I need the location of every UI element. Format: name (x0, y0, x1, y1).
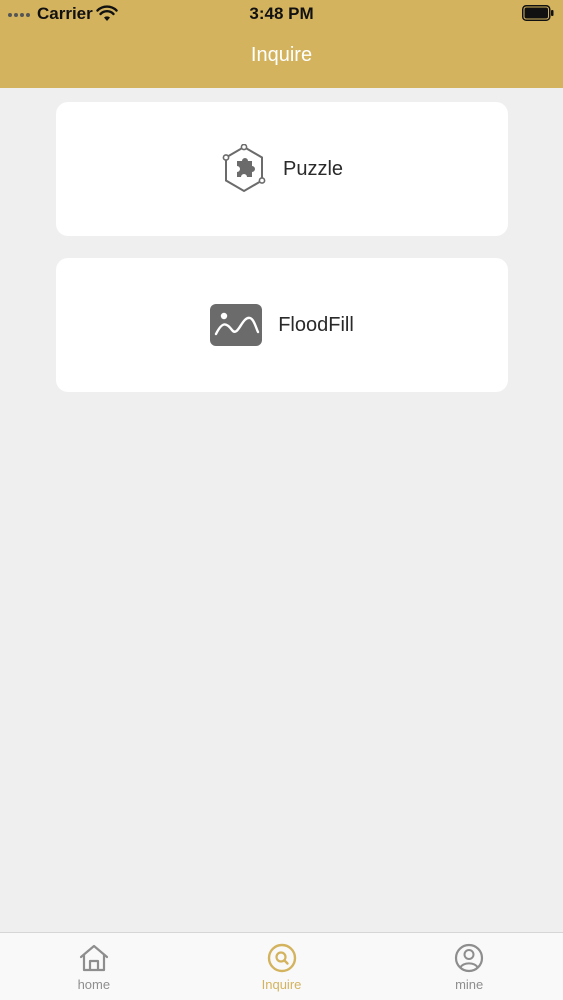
status-time: 3:48 PM (249, 4, 314, 23)
puzzle-label: Puzzle (282, 157, 344, 180)
tab-inquire-label: Inquire (261, 977, 302, 992)
tab-mine-label: mine (455, 977, 484, 992)
user-icon (455, 943, 484, 973)
battery-icon (522, 5, 554, 21)
tab-inquire[interactable]: Inquire (188, 933, 376, 1000)
tab-home-label: home (77, 977, 111, 992)
puzzle-icon (222, 144, 266, 193)
tab-bar: home Inquire mine (0, 932, 563, 1000)
home-icon (79, 944, 108, 972)
page-title: Inquire (250, 44, 313, 66)
tab-mine[interactable]: mine (375, 933, 563, 1000)
header: Carrier 3:48 PM Inquire (0, 0, 563, 88)
image-icon (210, 304, 263, 346)
tab-home[interactable]: home (0, 933, 188, 1000)
app-screen: Carrier 3:48 PM Inquire Puzzle FloodFill… (0, 0, 563, 1000)
puzzle-card[interactable]: Puzzle (56, 102, 508, 236)
status-bar: Carrier 3:48 PM (0, 0, 563, 28)
search-icon (267, 943, 296, 973)
floodfill-card[interactable]: FloodFill (56, 258, 508, 392)
floodfill-label: FloodFill (278, 313, 354, 336)
